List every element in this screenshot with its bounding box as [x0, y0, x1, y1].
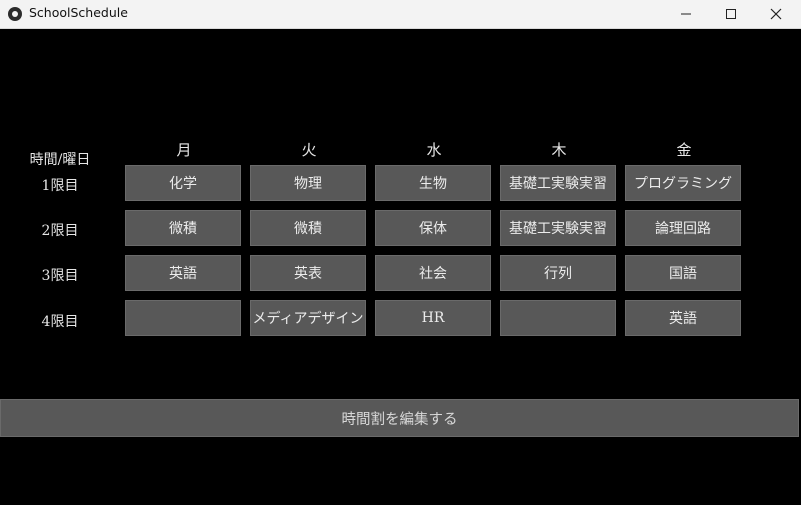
class-cell[interactable]: 論理回路	[625, 210, 741, 246]
class-cell[interactable]: 微積	[125, 210, 241, 246]
minimize-button[interactable]	[663, 0, 709, 28]
day-header-fri: 金	[676, 141, 692, 159]
class-cell[interactable]: HR	[375, 300, 491, 336]
maximize-icon	[726, 9, 736, 19]
class-cell[interactable]: 微積	[250, 210, 366, 246]
class-cell[interactable]: メディアデザイン	[250, 300, 366, 336]
class-cell[interactable]: 行列	[500, 255, 616, 291]
day-header-thu: 木	[551, 141, 567, 159]
class-cell[interactable]: 保体	[375, 210, 491, 246]
title-bar: SchoolSchedule	[0, 0, 801, 29]
day-header-wed: 水	[426, 141, 442, 159]
class-cell[interactable]: 物理	[250, 165, 366, 201]
class-cell[interactable]: 国語	[625, 255, 741, 291]
class-cell[interactable]: 英語	[125, 255, 241, 291]
period-label-2: 2限目	[41, 223, 79, 239]
class-cell[interactable]: 英語	[625, 300, 741, 336]
day-header-tue: 火	[301, 141, 317, 159]
schedule-area: 時間/曜日 月 火 水 木 金 1限目 化学 物理 生物 基礎工実験実習 プログ…	[0, 29, 801, 505]
class-cell[interactable]: プログラミング	[625, 165, 741, 201]
class-cell[interactable]	[125, 300, 241, 336]
class-cell[interactable]	[500, 300, 616, 336]
class-cell[interactable]: 基礎工実験実習	[500, 165, 616, 201]
class-cell[interactable]: 基礎工実験実習	[500, 210, 616, 246]
close-icon	[770, 8, 782, 20]
app-icon	[8, 7, 22, 21]
day-header-mon: 月	[176, 141, 192, 159]
period-label-4: 4限目	[41, 314, 79, 330]
maximize-button[interactable]	[708, 0, 754, 28]
class-cell[interactable]: 社会	[375, 255, 491, 291]
class-cell[interactable]: 英表	[250, 255, 366, 291]
class-cell[interactable]: 化学	[125, 165, 241, 201]
close-button[interactable]	[753, 0, 799, 28]
corner-label: 時間/曜日	[29, 152, 91, 168]
period-label-3: 3限目	[41, 268, 79, 284]
minimize-icon	[681, 13, 691, 15]
period-label-1: 1限目	[41, 178, 79, 194]
class-cell[interactable]: 生物	[375, 165, 491, 201]
edit-schedule-button[interactable]: 時間割を編集する	[0, 399, 799, 437]
window-title: SchoolSchedule	[29, 5, 128, 20]
